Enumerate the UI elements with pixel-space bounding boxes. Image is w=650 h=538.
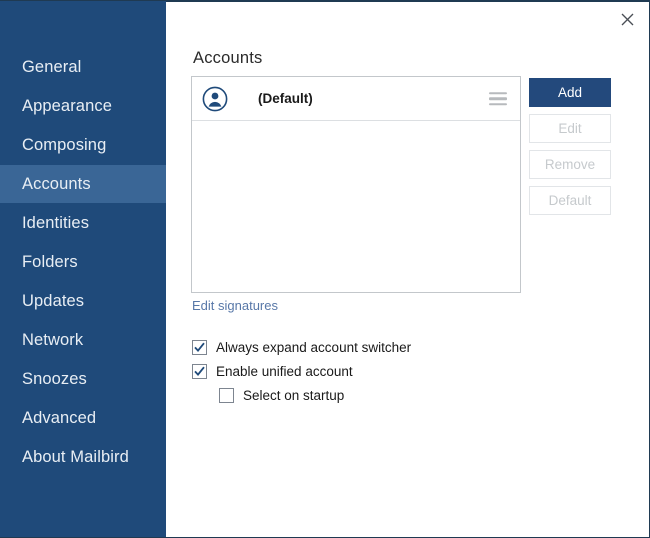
hamburger-menu-icon[interactable] [489, 91, 507, 106]
checkbox-box[interactable] [192, 340, 207, 355]
checkbox-always-expand-account-switcher[interactable]: Always expand account switcher [192, 340, 411, 355]
sidebar-item-label: Accounts [22, 174, 91, 193]
check-icon [194, 366, 205, 376]
sidebar-item-label: Composing [22, 135, 107, 154]
sidebar-item-identities[interactable]: Identities [0, 204, 166, 242]
hamburger-line [489, 97, 507, 100]
default-account-button[interactable]: Default [529, 186, 611, 215]
checkbox-label: Enable unified account [216, 364, 353, 379]
sidebar-item-network[interactable]: Network [0, 321, 166, 359]
sidebar-item-label: Appearance [22, 96, 112, 115]
sidebar-item-label: Snoozes [22, 369, 87, 388]
sidebar-item-updates[interactable]: Updates [0, 282, 166, 320]
close-icon [621, 13, 633, 25]
sidebar-item-label: Identities [22, 213, 90, 232]
sidebar-item-general[interactable]: General [0, 48, 166, 86]
checkbox-select-on-startup[interactable]: Select on startup [219, 388, 344, 403]
checkbox-enable-unified-account[interactable]: Enable unified account [192, 364, 353, 379]
account-list-item[interactable]: (Default) [192, 77, 520, 121]
close-button[interactable] [613, 6, 641, 32]
sidebar-item-snoozes[interactable]: Snoozes [0, 360, 166, 398]
sidebar-item-advanced[interactable]: Advanced [0, 399, 166, 437]
hamburger-line [489, 91, 507, 95]
sidebar-item-folders[interactable]: Folders [0, 243, 166, 281]
sidebar-item-label: About Mailbird [22, 447, 129, 466]
checkbox-box[interactable] [192, 364, 207, 379]
sidebar-item-accounts[interactable]: Accounts [0, 165, 166, 203]
page-title: Accounts [193, 49, 263, 67]
checkbox-label: Always expand account switcher [216, 340, 412, 355]
sidebar-item-label: General [22, 57, 82, 76]
sidebar-item-label: Network [22, 330, 84, 349]
settings-content-pane: Accounts (Default) Add Edit Remove Defau… [166, 1, 649, 537]
sidebar-item-label: Folders [22, 252, 78, 271]
sidebar-item-appearance[interactable]: Appearance [0, 87, 166, 125]
accounts-list-box: (Default) [191, 76, 521, 293]
checkbox-box[interactable] [219, 388, 234, 403]
remove-account-button[interactable]: Remove [529, 150, 611, 179]
sidebar-item-label: Advanced [22, 408, 97, 427]
sidebar-item-composing[interactable]: Composing [0, 126, 166, 164]
settings-sidebar: General Appearance Composing Accounts Identi… [0, 1, 166, 537]
add-account-button[interactable]: Add [529, 78, 611, 107]
sidebar-item-label: Updates [22, 291, 85, 310]
account-avatar-icon [202, 86, 228, 111]
checkbox-label: Select on startup [243, 388, 345, 403]
account-name-label: (Default) [258, 91, 313, 106]
check-icon [194, 342, 205, 352]
sidebar-item-about-mailbird[interactable]: About Mailbird [0, 438, 166, 476]
edit-account-button[interactable]: Edit [529, 114, 611, 143]
settings-window: General Appearance Composing Accounts Identi… [0, 0, 650, 538]
edit-signatures-link[interactable]: Edit signatures [192, 298, 278, 313]
hamburger-line [489, 102, 507, 106]
